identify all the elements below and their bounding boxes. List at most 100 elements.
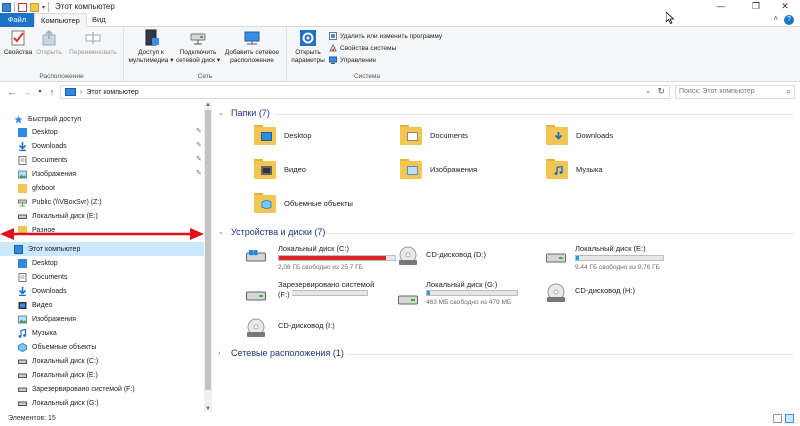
nav-quick-downloads[interactable]: Downloads: [18, 139, 67, 153]
tiles-view-icon[interactable]: [785, 414, 794, 423]
add-network-location-button[interactable]: Добавить сетевое расположение: [222, 29, 282, 64]
drives-header-label: Устройства и диски (7): [231, 227, 326, 237]
nav-pc-local-g[interactable]: Локальный диск (G:): [18, 396, 99, 410]
drive-c-usage-bar: [278, 255, 396, 261]
drives-section-header[interactable]: ⌄ Устройства и диски (7): [218, 227, 325, 237]
nav-pc-music-label: Музыка: [32, 329, 57, 337]
this-pc-icon: [14, 244, 23, 254]
folder-videos[interactable]: Видео: [254, 158, 306, 180]
pin-icon[interactable]: ✎: [196, 169, 202, 177]
tab-computer[interactable]: Компьютер: [34, 13, 87, 27]
address-bar[interactable]: › Этот компьютер ⌄ ↻: [60, 85, 670, 99]
recent-locations-chevron-icon[interactable]: ▾: [34, 86, 46, 98]
search-input[interactable]: Поиск: Этот компьютер ⌕: [675, 85, 795, 99]
folder-documents[interactable]: Documents: [400, 124, 468, 146]
qa-customize-chevron-icon[interactable]: ▾: [42, 4, 45, 11]
network-section-header[interactable]: › Сетевые расположения (1): [218, 348, 344, 358]
up-button[interactable]: ↑: [46, 86, 58, 98]
address-dropdown-chevron-icon[interactable]: ⌄: [645, 87, 651, 95]
ribbon-collapse-chevron-icon[interactable]: ˄: [773, 14, 778, 23]
nav-pc-documents[interactable]: Documents: [18, 270, 67, 284]
folder-desktop[interactable]: Desktop: [254, 124, 312, 146]
uninstall-program-button[interactable]: Удалить или изменить программу: [329, 32, 442, 40]
tab-file[interactable]: Файл: [0, 13, 34, 27]
drive-g-free: 463 МБ свободно из 479 МБ: [426, 299, 512, 306]
scroll-up-arrow-icon[interactable]: ▲: [204, 102, 212, 108]
refresh-icon[interactable]: ↻: [657, 86, 665, 97]
folder-downloads[interactable]: Downloads: [546, 124, 613, 146]
section-divider: [274, 114, 794, 115]
pin-icon[interactable]: ✎: [196, 127, 202, 135]
nav-this-pc[interactable]: Этот компьютер: [0, 242, 204, 256]
tab-view[interactable]: Вид: [86, 13, 112, 27]
nav-pc-downloads-label: Downloads: [32, 287, 67, 295]
back-button[interactable]: ←: [6, 86, 18, 98]
open-button[interactable]: Открыть: [34, 29, 64, 57]
navigation-scrollbar[interactable]: ▲ ▼: [204, 102, 212, 412]
nav-quick-access-label: Быстрый доступ: [28, 115, 82, 123]
folder-icon: [18, 183, 27, 193]
folder-3d-objects[interactable]: Объемные объекты: [254, 192, 353, 214]
new-folder-qa-icon[interactable]: [30, 2, 39, 12]
nav-pc-local-e[interactable]: Локальный диск (E:): [18, 368, 98, 382]
search-icon: ⌕: [786, 87, 791, 96]
folder-pictures[interactable]: Изображения: [400, 158, 477, 180]
maximize-button[interactable]: ❐: [741, 0, 771, 13]
rename-label: Переименовать: [69, 49, 117, 56]
nav-pc-local-g-label: Локальный диск (G:): [32, 399, 99, 407]
properties-button[interactable]: Свойства: [2, 29, 34, 57]
nav-pc-downloads[interactable]: Downloads: [18, 284, 67, 298]
nav-pc-3d-objects[interactable]: Объемные объекты: [18, 340, 96, 354]
drive-i[interactable]: CD-дисковод (I:): [246, 316, 366, 346]
properties-icon: [11, 30, 25, 46]
nav-quick-pictures[interactable]: Изображения: [18, 167, 76, 181]
nav-pc-pictures-label: Изображения: [32, 315, 76, 323]
nav-quick-local-e[interactable]: Локальный диск (E:): [18, 209, 98, 223]
open-settings-button[interactable]: Открыть параметры: [289, 29, 327, 64]
drive-h[interactable]: CD-дисковод (H:): [546, 280, 666, 310]
properties-qa-icon[interactable]: [18, 2, 27, 12]
details-view-icon[interactable]: [773, 414, 782, 423]
forward-button[interactable]: →: [21, 86, 33, 98]
desktop-icon: [18, 258, 27, 268]
drive-f[interactable]: Зарезервировано системой (F:): [246, 280, 396, 310]
chevron-down-icon: ⌄: [218, 229, 224, 236]
address-path[interactable]: Этот компьютер: [86, 89, 138, 96]
folder-documents-label: Documents: [430, 130, 468, 140]
nav-quick-documents[interactable]: Documents: [18, 153, 67, 167]
scrollbar-thumb[interactable]: [205, 110, 211, 390]
music-folder-icon: [546, 158, 568, 180]
help-icon[interactable]: ?: [784, 15, 794, 25]
qa-separator: [48, 2, 50, 12]
drive-d[interactable]: CD-дисковод (D:): [398, 244, 518, 274]
folder-music[interactable]: Музыка: [546, 158, 603, 180]
nav-pc-local-c[interactable]: Локальный диск (C:): [18, 354, 98, 368]
nav-pc-videos[interactable]: Видео: [18, 298, 52, 312]
drive-g[interactable]: Локальный диск (G:) 463 МБ свободно из 4…: [398, 280, 528, 310]
nav-quick-access[interactable]: Быстрый доступ: [14, 112, 81, 126]
system-properties-button[interactable]: Свойства системы: [329, 44, 396, 52]
nav-pc-pictures[interactable]: Изображения: [18, 312, 76, 326]
nav-quick-gfxboot[interactable]: gfxboot: [18, 181, 55, 195]
nav-quick-desktop[interactable]: Desktop: [18, 125, 58, 139]
nav-quick-public-share[interactable]: Public (\\VBoxSvr) (Z:): [18, 195, 102, 209]
ribbon: Свойства Открыть Переименовать Расположе…: [0, 27, 800, 82]
pin-icon[interactable]: ✎: [196, 155, 202, 163]
manage-button[interactable]: Управление: [329, 56, 376, 64]
drive-icon: [18, 387, 27, 392]
folders-section-header[interactable]: ⌄ Папки (7): [218, 108, 270, 118]
drive-c[interactable]: Локальный диск (C:) 2,08 ГБ свободно из …: [246, 244, 396, 274]
minimize-button[interactable]: —: [706, 0, 736, 13]
media-server-icon: [145, 29, 159, 46]
nav-pc-reserved-f[interactable]: Зарезервировано системой (F:): [18, 382, 135, 396]
pin-icon[interactable]: ✎: [196, 141, 202, 149]
rename-button[interactable]: Переименовать: [66, 29, 120, 57]
media-access-button[interactable]: Доступ к мультимедиа ▾: [128, 29, 174, 64]
map-network-drive-button[interactable]: Подключить сетевой диск ▾: [174, 29, 222, 64]
nav-pc-local-c-label: Локальный диск (C:): [32, 357, 99, 365]
drive-c-name: Локальный диск (C:): [278, 244, 349, 253]
nav-pc-music[interactable]: Музыка: [18, 326, 57, 340]
nav-pc-desktop[interactable]: Desktop: [18, 256, 58, 270]
drive-e[interactable]: Локальный диск (E:) 9,44 ГБ свободно из …: [546, 244, 696, 274]
close-button[interactable]: ✕: [770, 0, 800, 13]
